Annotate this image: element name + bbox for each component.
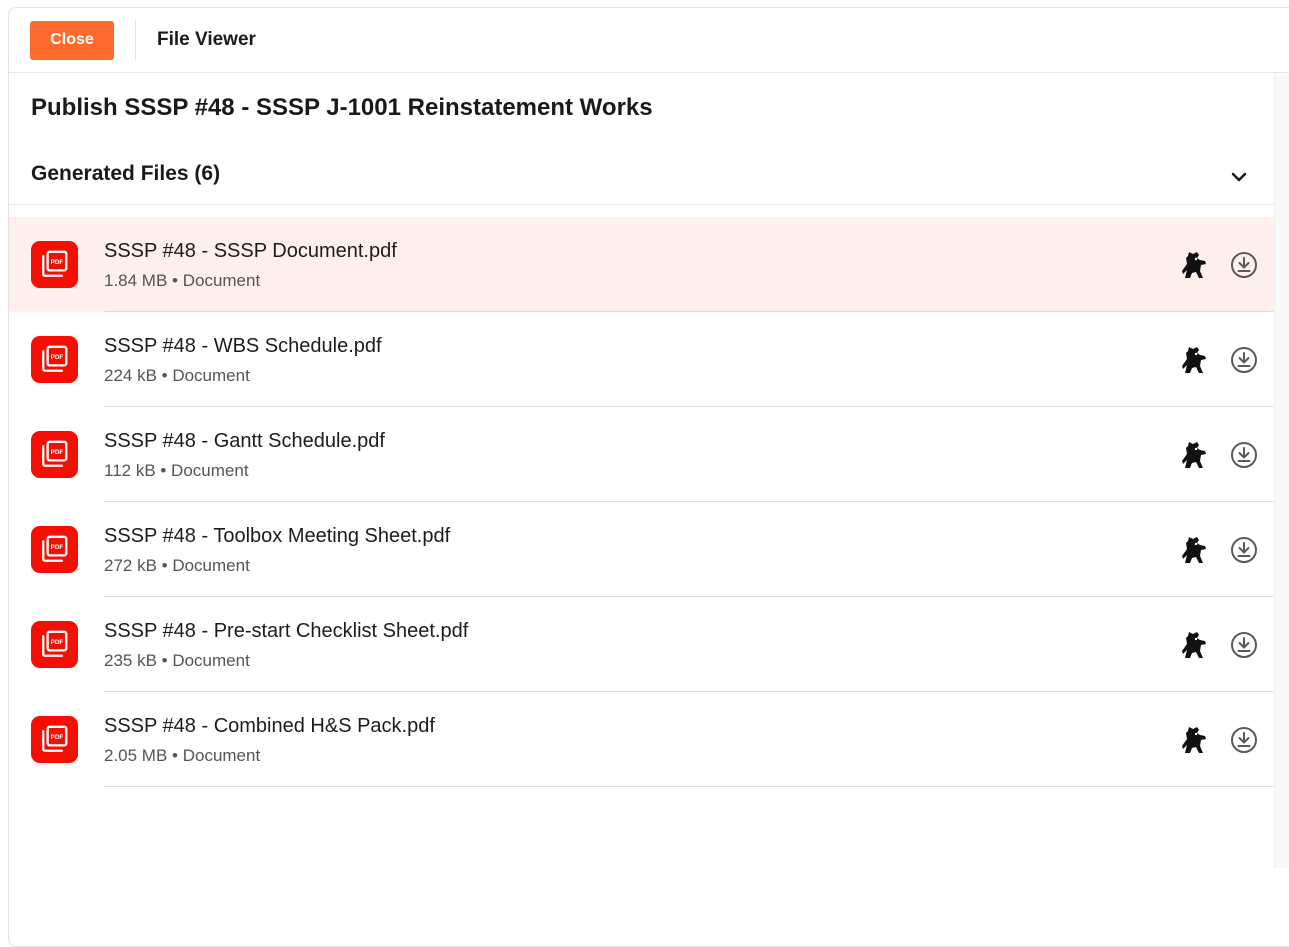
file-name[interactable]: SSSP #48 - Toolbox Meeting Sheet.pdf <box>104 525 450 548</box>
file-meta: 2.05 MB • Document <box>104 746 261 765</box>
svg-text:PDF: PDF <box>51 544 64 551</box>
section-title: Generated Files (6) <box>31 162 221 185</box>
download-icon <box>1231 442 1257 468</box>
download-button[interactable] <box>1230 441 1258 469</box>
datadog-icon <box>1182 252 1206 278</box>
download-icon <box>1231 537 1257 563</box>
download-icon <box>1231 632 1257 658</box>
download-button[interactable] <box>1230 251 1258 279</box>
download-icon <box>1231 252 1257 278</box>
download-button[interactable] <box>1230 346 1258 374</box>
svg-text:PDF: PDF <box>51 259 64 266</box>
row-divider <box>104 786 1274 787</box>
svg-text:PDF: PDF <box>51 734 64 741</box>
file-row[interactable]: PDF SSSP #48 - SSSP Document.pdf 1.84 MB… <box>9 217 1274 312</box>
chevron-down-icon[interactable] <box>1227 165 1251 189</box>
datadog-icon <box>1182 727 1206 753</box>
datadog-action-button[interactable] <box>1180 440 1208 470</box>
viewer-header: Close File Viewer <box>9 8 1289 73</box>
file-viewer-panel: Close File Viewer Publish SSSP #48 - SSS… <box>8 7 1289 947</box>
file-meta: 1.84 MB • Document <box>104 271 261 290</box>
datadog-icon <box>1182 537 1206 563</box>
file-meta: 224 kB • Document <box>104 366 250 385</box>
svg-text:PDF: PDF <box>51 639 64 646</box>
file-list: PDF SSSP #48 - SSSP Document.pdf 1.84 MB… <box>9 217 1274 787</box>
pdf-icon: PDF <box>31 241 78 288</box>
file-name[interactable]: SSSP #48 - Gantt Schedule.pdf <box>104 430 385 453</box>
viewer-title: File Viewer <box>157 29 256 50</box>
datadog-icon <box>1182 632 1206 658</box>
page-title: Publish SSSP #48 - SSSP J-1001 Reinstate… <box>31 94 653 121</box>
download-icon <box>1231 347 1257 373</box>
svg-text:PDF: PDF <box>51 354 64 361</box>
pdf-icon: PDF <box>31 716 78 763</box>
datadog-action-button[interactable] <box>1180 630 1208 660</box>
close-button[interactable]: Close <box>30 20 114 60</box>
datadog-icon <box>1182 442 1206 468</box>
datadog-action-button[interactable] <box>1180 725 1208 755</box>
download-button[interactable] <box>1230 536 1258 564</box>
file-meta: 112 kB • Document <box>104 461 249 480</box>
header-divider <box>135 20 136 60</box>
file-row[interactable]: PDF SSSP #48 - Pre-start Checklist Sheet… <box>9 597 1274 692</box>
file-row[interactable]: PDF SSSP #48 - Combined H&S Pack.pdf 2.0… <box>9 692 1274 787</box>
download-icon <box>1231 727 1257 753</box>
side-panel-strip <box>1274 73 1289 868</box>
file-row[interactable]: PDF SSSP #48 - Gantt Schedule.pdf 112 kB… <box>9 407 1274 502</box>
download-button[interactable] <box>1230 631 1258 659</box>
file-name[interactable]: SSSP #48 - SSSP Document.pdf <box>104 240 397 263</box>
file-row[interactable]: PDF SSSP #48 - Toolbox Meeting Sheet.pdf… <box>9 502 1274 597</box>
file-meta: 235 kB • Document <box>104 651 250 670</box>
download-button[interactable] <box>1230 726 1258 754</box>
svg-text:PDF: PDF <box>51 449 64 456</box>
file-name[interactable]: SSSP #48 - Combined H&S Pack.pdf <box>104 715 435 738</box>
datadog-action-button[interactable] <box>1180 535 1208 565</box>
file-name[interactable]: SSSP #48 - WBS Schedule.pdf <box>104 335 382 358</box>
datadog-icon <box>1182 347 1206 373</box>
pdf-icon: PDF <box>31 526 78 573</box>
file-meta: 272 kB • Document <box>104 556 250 575</box>
pdf-icon: PDF <box>31 336 78 383</box>
datadog-action-button[interactable] <box>1180 250 1208 280</box>
generated-files-header[interactable]: Generated Files (6) <box>9 153 1274 205</box>
pdf-icon: PDF <box>31 431 78 478</box>
file-name[interactable]: SSSP #48 - Pre-start Checklist Sheet.pdf <box>104 620 468 643</box>
pdf-icon: PDF <box>31 621 78 668</box>
datadog-action-button[interactable] <box>1180 345 1208 375</box>
file-row[interactable]: PDF SSSP #48 - WBS Schedule.pdf 224 kB •… <box>9 312 1274 407</box>
